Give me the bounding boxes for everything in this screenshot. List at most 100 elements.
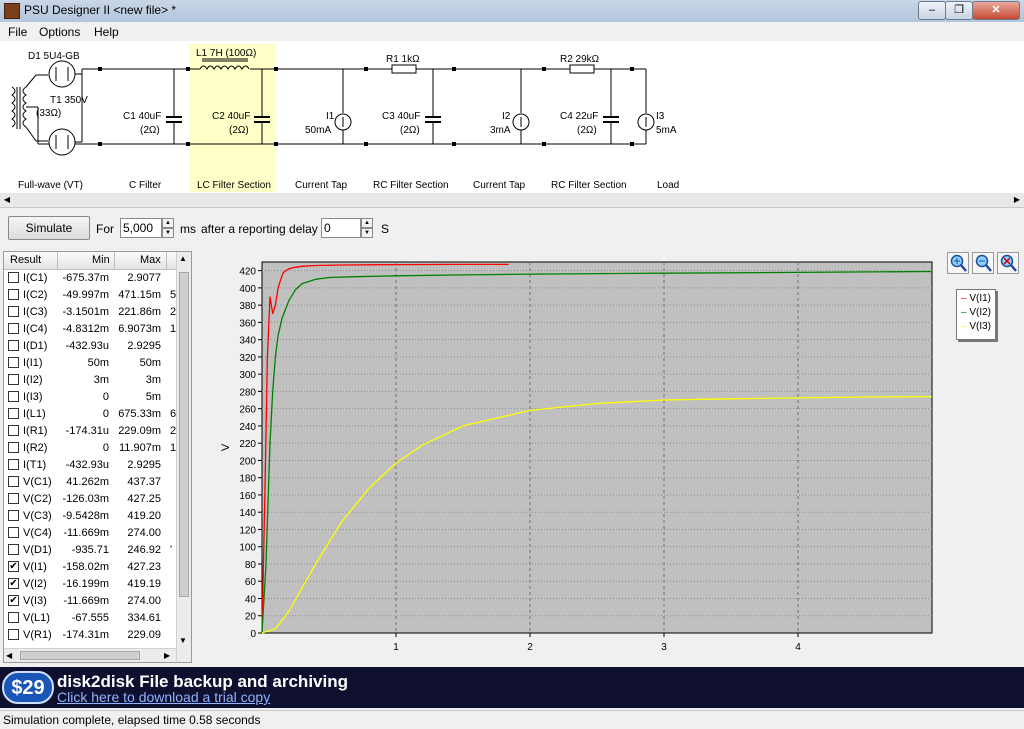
- zoom-reset-button[interactable]: [997, 252, 1019, 274]
- result-row[interactable]: ✔ V(I1) -158.02m 427.23: [4, 559, 176, 576]
- result-min: -675.37m: [62, 272, 109, 284]
- result-checkbox[interactable]: ✔: [8, 595, 19, 606]
- ad-banner[interactable]: $29 disk2disk File backup and archiving …: [0, 667, 1024, 708]
- result-row[interactable]: I(C1) -675.37m 2.9077: [4, 270, 176, 287]
- result-checkbox[interactable]: [8, 629, 19, 640]
- result-row[interactable]: I(R2) 0 11.907m 1: [4, 440, 176, 457]
- voltage-chart[interactable]: 0 20 40 60 80 100 120 140 160 180 200 220 240 260 280 3…: [196, 251, 1024, 665]
- result-row[interactable]: I(I1) 50m 50m: [4, 355, 176, 372]
- simulate-button[interactable]: Simulate: [8, 216, 90, 240]
- result-row[interactable]: V(L1) -67.555 334.61: [4, 610, 176, 627]
- result-checkbox[interactable]: [8, 340, 19, 351]
- result-row[interactable]: I(T1) -432.93u 2.9295: [4, 457, 176, 474]
- results-vertical-scrollbar[interactable]: ▲ ▼: [176, 252, 191, 662]
- results-horizontal-scrollbar[interactable]: ◀ ▶: [4, 648, 176, 662]
- result-checkbox[interactable]: [8, 612, 19, 623]
- result-row[interactable]: V(C3) -9.5428m 419.20: [4, 508, 176, 525]
- result-row[interactable]: V(C2) -126.03m 427.25: [4, 491, 176, 508]
- results-hscroll-thumb[interactable]: [20, 651, 140, 660]
- schematic-horizontal-scrollbar[interactable]: ◀ ▶: [0, 193, 1024, 208]
- scroll-left-arrow-icon[interactable]: ◀: [2, 195, 12, 205]
- result-checkbox[interactable]: [8, 306, 19, 317]
- maximize-button[interactable]: ❐: [945, 1, 973, 20]
- c1-capacitor[interactable]: [166, 69, 182, 144]
- result-checkbox[interactable]: [8, 459, 19, 470]
- result-checkbox[interactable]: [8, 357, 19, 368]
- i1-current-source[interactable]: [334, 69, 352, 144]
- y-tick-label: 160: [239, 491, 256, 502]
- legend-entry: – V(I3): [961, 321, 991, 332]
- result-min: -4.8312m: [62, 323, 109, 335]
- result-row[interactable]: V(D1) -935.71 246.92 ': [4, 542, 176, 559]
- result-checkbox[interactable]: [8, 476, 19, 487]
- duration-input[interactable]: 5,000: [120, 218, 162, 238]
- result-row[interactable]: ✔ V(I2) -16.199m 419.19: [4, 576, 176, 593]
- results-scroll-right-arrow-icon[interactable]: ▶: [164, 651, 170, 660]
- result-row[interactable]: V(C4) -11.669m 274.00: [4, 525, 176, 542]
- scroll-right-arrow-icon[interactable]: ▶: [1012, 195, 1022, 205]
- result-checkbox[interactable]: [8, 289, 19, 300]
- result-min: -3.1501m: [62, 306, 109, 318]
- zoom-in-button[interactable]: [947, 252, 969, 274]
- status-bar: Simulation complete, elapsed time 0.58 s…: [0, 710, 1024, 729]
- result-row[interactable]: V(C1) 41.262m 437.37: [4, 474, 176, 491]
- result-checkbox[interactable]: [8, 493, 19, 504]
- r2-resistor[interactable]: [569, 64, 595, 74]
- column-header-min[interactable]: Min: [92, 254, 110, 266]
- result-checkbox[interactable]: ✔: [8, 578, 19, 589]
- menu-help[interactable]: Help: [94, 25, 119, 39]
- result-row[interactable]: I(I3) 0 5m: [4, 389, 176, 406]
- delay-input[interactable]: 0: [321, 218, 361, 238]
- r1-resistor[interactable]: [391, 64, 417, 74]
- result-row[interactable]: I(I2) 3m 3m: [4, 372, 176, 389]
- i2-current-source[interactable]: [512, 69, 530, 144]
- results-scroll-thumb[interactable]: [179, 272, 189, 597]
- result-row[interactable]: I(D1) -432.93u 2.9295: [4, 338, 176, 355]
- y-tick-label: 400: [239, 284, 256, 295]
- result-row[interactable]: V(R1) -174.31m 229.09: [4, 627, 176, 644]
- result-checkbox[interactable]: [8, 510, 19, 521]
- result-checkbox[interactable]: [8, 544, 19, 555]
- column-header-result[interactable]: Result: [10, 254, 41, 266]
- result-checkbox[interactable]: [8, 527, 19, 538]
- result-name: I(C1): [23, 272, 48, 284]
- trial-download-link[interactable]: Click here to download a trial copy: [57, 689, 270, 705]
- results-header: Result Min Max: [4, 252, 176, 270]
- scroll-up-arrow-icon[interactable]: ▲: [179, 254, 187, 263]
- menu-file[interactable]: File: [8, 25, 27, 39]
- result-max: 427.23: [127, 561, 161, 573]
- result-row[interactable]: I(L1) 0 675.33m 6: [4, 406, 176, 423]
- result-checkbox[interactable]: [8, 408, 19, 419]
- menu-options[interactable]: Options: [39, 25, 80, 39]
- scroll-down-arrow-icon[interactable]: ▼: [179, 636, 187, 645]
- delay-spin-up-icon[interactable]: ▲: [361, 218, 373, 228]
- y-tick-label: 380: [239, 301, 256, 312]
- result-checkbox[interactable]: ✔: [8, 561, 19, 572]
- y-tick-label: 0: [250, 629, 256, 640]
- result-row[interactable]: I(C3) -3.1501m 221.86m 2: [4, 304, 176, 321]
- result-checkbox[interactable]: [8, 374, 19, 385]
- column-header-max[interactable]: Max: [140, 254, 161, 266]
- i3-current-source[interactable]: [637, 69, 655, 144]
- result-checkbox[interactable]: [8, 391, 19, 402]
- result-row[interactable]: I(C4) -4.8312m 6.9073m 1: [4, 321, 176, 338]
- result-checkbox[interactable]: [8, 442, 19, 453]
- y-tick-label: 220: [239, 439, 256, 450]
- duration-spin-up-icon[interactable]: ▲: [162, 218, 174, 228]
- result-max: 2.9077: [127, 272, 161, 284]
- c4-capacitor[interactable]: [603, 69, 619, 144]
- c3-capacitor[interactable]: [425, 69, 441, 144]
- minimize-button[interactable]: –: [918, 1, 946, 20]
- result-row[interactable]: ✔ V(I3) -11.669m 274.00: [4, 593, 176, 610]
- close-button[interactable]: ✕: [972, 1, 1020, 20]
- duration-spin-down-icon[interactable]: ▼: [162, 228, 174, 238]
- result-checkbox[interactable]: [8, 323, 19, 334]
- result-row[interactable]: I(C2) -49.997m 471.15m 5: [4, 287, 176, 304]
- result-min: -174.31u: [65, 425, 109, 437]
- delay-spin-down-icon[interactable]: ▼: [361, 228, 373, 238]
- zoom-out-button[interactable]: [972, 252, 994, 274]
- result-row[interactable]: I(R1) -174.31u 229.09m 2: [4, 423, 176, 440]
- result-checkbox[interactable]: [8, 272, 19, 283]
- results-scroll-left-arrow-icon[interactable]: ◀: [6, 651, 12, 660]
- result-checkbox[interactable]: [8, 425, 19, 436]
